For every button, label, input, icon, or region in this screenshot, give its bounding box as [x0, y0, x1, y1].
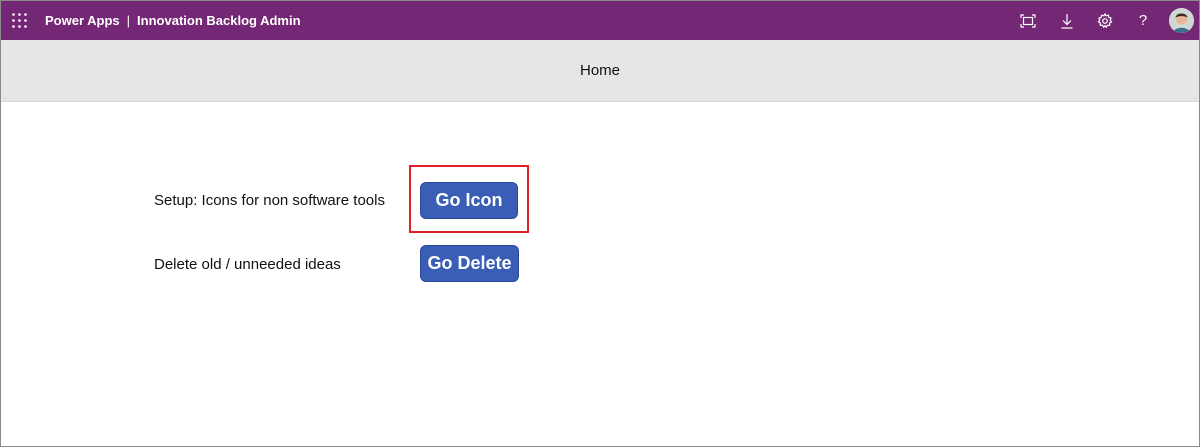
product-name: Power Apps — [45, 13, 120, 28]
app-window: Power Apps | Innovation Backlog Admin ? … — [0, 0, 1200, 447]
top-bar: Power Apps | Innovation Backlog Admin ? — [1, 1, 1199, 40]
help-icon[interactable]: ? — [1133, 11, 1153, 31]
delete-ideas-label: Delete old / unneeded ideas — [154, 256, 341, 273]
setup-icons-label: Setup: Icons for non software tools — [154, 192, 385, 209]
fit-to-screen-icon[interactable] — [1018, 11, 1038, 31]
highlight-annotation — [409, 165, 529, 233]
avatar[interactable] — [1169, 8, 1194, 33]
screen-header: Home — [1, 40, 1199, 102]
page-title: Home — [579, 62, 620, 79]
waffle-icon[interactable] — [11, 12, 28, 29]
app-name: Innovation Backlog Admin — [137, 13, 301, 28]
settings-gear-icon[interactable] — [1095, 11, 1115, 31]
download-icon[interactable] — [1057, 11, 1077, 31]
help-glyph: ? — [1138, 12, 1148, 29]
go-delete-button[interactable]: Go Delete — [420, 245, 519, 282]
title-separator: | — [126, 13, 131, 28]
app-title: Power Apps | Innovation Backlog Admin — [45, 1, 301, 40]
